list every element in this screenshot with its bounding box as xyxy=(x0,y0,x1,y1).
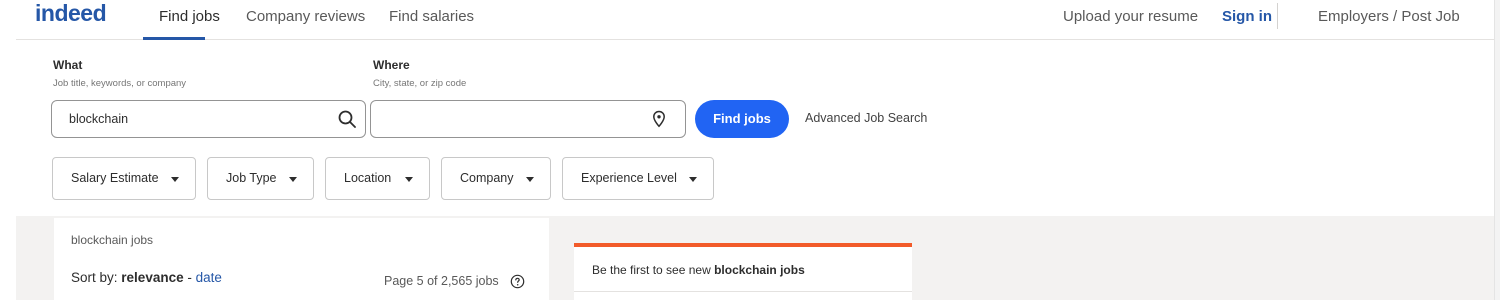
filter-salary-estimate[interactable]: Salary Estimate xyxy=(52,157,196,200)
find-jobs-button[interactable]: Find jobs xyxy=(695,100,789,138)
caret-down-icon xyxy=(526,177,534,182)
location-pin-icon xyxy=(653,110,665,128)
top-nav xyxy=(16,0,1494,40)
indeed-logo[interactable]: indeed xyxy=(35,0,107,27)
nav-divider xyxy=(1277,3,1278,29)
filter-label: Company xyxy=(460,171,514,185)
sort-prefix: Sort by: xyxy=(71,270,118,285)
logo-text: indeed xyxy=(35,0,107,26)
sort-relevance: relevance xyxy=(121,270,184,285)
caret-down-icon xyxy=(171,177,179,182)
where-label: Where xyxy=(373,58,410,72)
filter-label: Location xyxy=(344,171,392,185)
filter-label: Salary Estimate xyxy=(71,171,159,185)
where-input[interactable] xyxy=(370,100,686,138)
filter-label: Experience Level xyxy=(581,171,677,185)
search-icon[interactable] xyxy=(337,109,357,129)
what-hint: Job title, keywords, or company xyxy=(53,78,187,89)
nav-find-salaries[interactable]: Find salaries xyxy=(389,8,474,25)
page: indeed Find jobs Company reviews Find sa… xyxy=(0,0,1500,300)
employers-post-job-link[interactable]: Employers / Post Job xyxy=(1318,8,1460,25)
help-icon[interactable] xyxy=(510,274,525,289)
filter-job-type[interactable]: Job Type xyxy=(207,157,314,200)
what-input-value: blockchain xyxy=(69,112,129,126)
job-alert-text: Be the first to see new blockchain jobs xyxy=(592,263,805,277)
filter-experience-level[interactable]: Experience Level xyxy=(562,157,714,200)
filter-label: Job Type xyxy=(226,171,277,185)
what-label: What xyxy=(53,58,83,72)
sort-by: Sort by: relevance - date xyxy=(71,270,222,285)
advanced-job-search-link[interactable]: Advanced Job Search xyxy=(805,111,927,125)
caret-down-icon xyxy=(289,177,297,182)
alert-bold: blockchain jobs xyxy=(714,263,805,277)
alert-divider xyxy=(574,291,912,292)
where-hint: City, state, or zip code xyxy=(373,78,467,89)
upload-resume-link[interactable]: Upload your resume xyxy=(1063,8,1198,25)
filter-location[interactable]: Location xyxy=(325,157,430,200)
caret-down-icon xyxy=(689,177,697,182)
what-input[interactable]: blockchain xyxy=(51,100,366,138)
nav-find-jobs[interactable]: Find jobs xyxy=(159,8,220,25)
sort-date-link[interactable]: date xyxy=(196,270,222,285)
sign-in-link[interactable]: Sign in xyxy=(1222,8,1272,25)
nav-active-indicator xyxy=(143,37,205,40)
right-edge xyxy=(1494,0,1500,300)
results-heading: blockchain jobs xyxy=(71,233,154,247)
caret-down-icon xyxy=(405,177,413,182)
sort-separator: - xyxy=(187,270,192,285)
page-count: Page 5 of 2,565 jobs xyxy=(384,274,499,288)
nav-company-reviews[interactable]: Company reviews xyxy=(246,8,365,25)
alert-prefix: Be the first to see new xyxy=(592,263,711,277)
filter-company[interactable]: Company xyxy=(441,157,551,200)
